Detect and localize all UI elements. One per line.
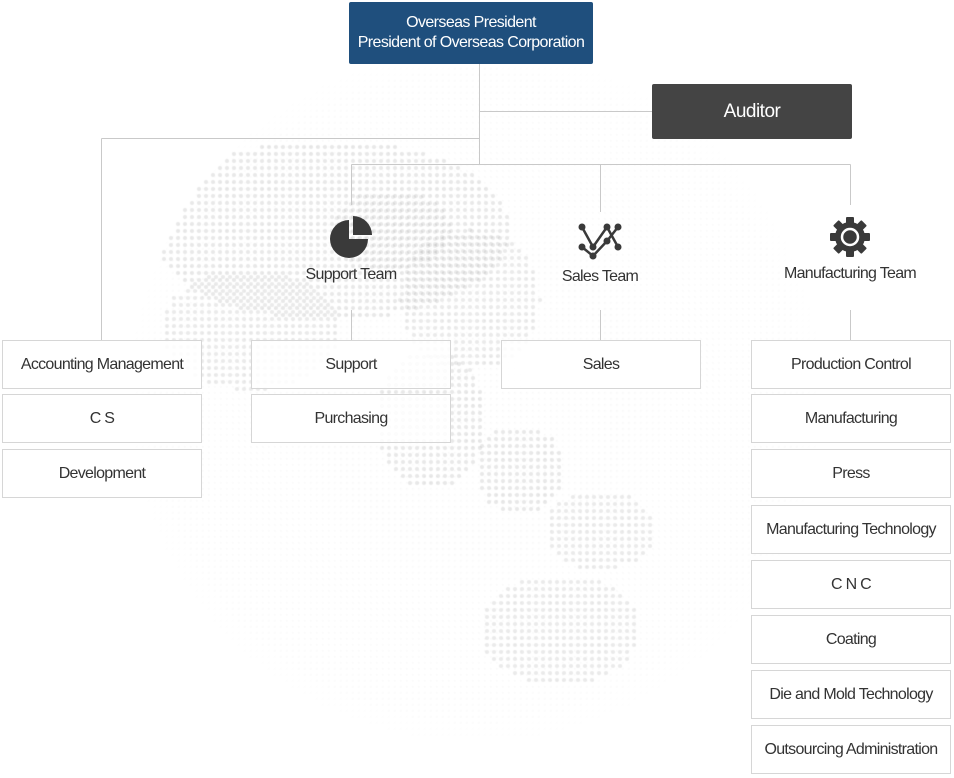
president-title: Overseas President <box>406 14 536 31</box>
dept-outsourcing-administration: Outsourcing Administration <box>751 725 951 774</box>
dept-support: Support <box>251 340 451 389</box>
dept-coating: Coating <box>751 615 951 664</box>
sales-team-label: Sales Team <box>561 268 639 285</box>
gear-icon <box>830 217 870 257</box>
dept-manufacturing: Manufacturing <box>751 394 951 443</box>
president-subtitle: President of Overseas Corporation <box>357 34 585 51</box>
dept-production-control: Production Control <box>751 340 951 389</box>
overseas-president-box: Overseas President President of Overseas… <box>349 2 593 64</box>
dept-press: Press <box>751 449 951 498</box>
support-team: Support Team <box>276 214 426 284</box>
dept-purchasing: Purchasing <box>251 394 451 443</box>
dept-accounting-management: Accounting Management <box>2 340 202 389</box>
manufacturing-team: Manufacturing Team <box>750 215 950 283</box>
dept-die-and-mold-technology: Die and Mold Technology <box>751 670 951 719</box>
dept-manufacturing-technology: Manufacturing Technology <box>751 505 951 554</box>
manufacturing-team-label: Manufacturing Team <box>783 265 917 282</box>
auditor-box: Auditor <box>652 84 852 139</box>
pie-chart-icon <box>330 216 372 258</box>
dept-development: Development <box>2 449 202 498</box>
dept-sales: Sales <box>501 340 701 389</box>
dept-cs: C S <box>2 394 202 443</box>
sales-team: Sales Team <box>525 220 675 286</box>
dept-cnc: C N C <box>751 560 951 609</box>
network-chart-icon <box>578 223 622 260</box>
support-team-label: Support Team <box>305 266 398 283</box>
